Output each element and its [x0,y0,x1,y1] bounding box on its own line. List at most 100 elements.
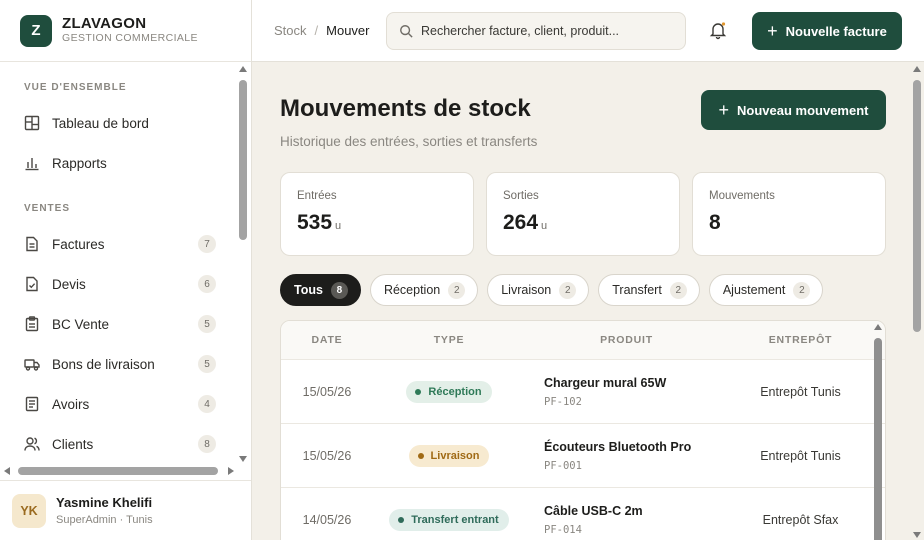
scroll-down-arrow-icon[interactable] [913,532,921,538]
sidebar-item-clients[interactable]: Clients 8 [0,424,236,462]
scrollbar-thumb[interactable] [913,80,921,332]
scrollbar-thumb[interactable] [874,338,882,540]
user-name: Yasmine Khelifi [56,495,153,510]
new-movement-label: Nouveau mouvement [737,102,869,118]
filter-chips: Tous 8 Réception 2 Livraison 2 Transfert 2 A… [280,274,832,306]
chip-label: Tous [294,283,323,297]
chip-count: 2 [559,281,577,299]
chip-count: 2 [669,281,687,299]
clipboard-icon [25,316,39,332]
filter-chip-reception[interactable]: Réception 2 [369,274,479,306]
filter-chip-transfer[interactable]: Transfert 2 [598,274,700,306]
nav-section-sales: VENTES [24,203,71,214]
chip-label: Ajustement [722,283,786,297]
breadcrumb: Stock / Mouver [274,23,370,38]
receipt-icon [25,396,39,412]
product-sku: PF-102 [544,395,582,408]
dashboard-icon [24,115,40,131]
scroll-down-arrow-icon[interactable] [239,456,247,462]
cell-type: Réception [373,380,525,403]
breadcrumb-separator: / [314,23,319,38]
user-profile[interactable]: YK Yasmine Khelifi SuperAdmin · Tunis [0,480,251,540]
column-header-type[interactable]: TYPE [373,334,525,346]
scrollbar-thumb[interactable] [18,467,218,475]
sidebar-nav: VUE D'ENSEMBLE Tableau de bord Rapports … [0,62,236,462]
product-name: Chargeur mural 65W [544,375,667,390]
product-name: Écouteurs Bluetooth Pro [544,439,692,454]
sidebar-item-invoices[interactable]: Factures 7 [0,224,236,264]
brand-name: ZLAVAGON [62,15,147,32]
cell-warehouse: Entrepôt Tunis [760,384,841,399]
column-header-product[interactable]: PRODUIT [525,334,728,346]
sidebar-item-delivery-notes[interactable]: Bons de livraison 5 [0,344,236,384]
sidebar-item-label: Bons de livraison [52,356,155,372]
stat-card-movements: Mouvements 8 [692,172,886,256]
filter-chip-all[interactable]: Tous 8 [280,274,361,306]
stat-label: Sorties [503,190,539,202]
sidebar-item-credit-notes[interactable]: Avoirs 4 [0,384,236,424]
table-row[interactable]: 15/05/26 Réception Chargeur mural 65W PF-10… [281,360,885,424]
scroll-left-arrow-icon[interactable] [4,467,10,475]
column-header-date[interactable]: DATE [281,334,373,346]
search-icon [400,25,413,38]
chip-label: Transfert [612,283,662,297]
page-subtitle: Historique des entrées, sorties et trans… [280,134,538,149]
table-row[interactable]: 15/05/26 Livraison Écouteurs Bluetooth Pro… [281,424,885,488]
sidebar-item-label: Tableau de bord [52,115,149,131]
type-label: Réception [428,385,482,398]
sidebar-item-count: 7 [198,235,216,253]
scrollbar-thumb[interactable] [239,80,247,240]
sidebar-item-count: 5 [198,355,216,373]
sidebar-item-count: 6 [198,275,216,293]
table-vertical-scrollbar[interactable] [873,324,883,540]
new-invoice-button[interactable]: + Nouvelle facture [752,12,902,50]
stat-unit: u [541,220,548,232]
cell-product: Écouteurs Bluetooth Pro PF-001 [525,440,728,472]
user-role: SuperAdmin · Tunis [56,514,153,526]
type-badge: Livraison [408,444,490,467]
filter-chip-delivery[interactable]: Livraison 2 [487,274,590,306]
scroll-up-arrow-icon[interactable] [913,66,921,72]
sidebar-item-count: 5 [198,315,216,333]
bar-chart-icon [25,158,39,171]
bell-icon[interactable] [708,20,728,40]
sidebar-item-sales-orders[interactable]: BC Vente 5 [0,304,236,344]
sidebar-item-reports[interactable]: Rapports [0,143,236,183]
plus-icon: + [767,21,778,41]
status-dot-icon [417,452,424,459]
new-movement-button[interactable]: + Nouveau mouvement [701,90,886,130]
filter-chip-adjustment[interactable]: Ajustement 2 [708,274,824,306]
breadcrumb-stock[interactable]: Stock [274,23,307,38]
product-sku: PF-001 [544,459,582,472]
table-header: DATE TYPE PRODUIT ENTREPÔT [281,321,885,360]
users-icon [24,437,40,451]
sidebar-vertical-scrollbar[interactable] [238,66,248,462]
table-row[interactable]: 14/05/26 Transfert entrant Câble USB-C 2m P… [281,488,885,540]
scroll-up-arrow-icon[interactable] [239,66,247,72]
cell-product: Câble USB-C 2m PF-014 [525,504,728,536]
sidebar-item-dashboard[interactable]: Tableau de bord [0,103,236,143]
sidebar: Z ZLAVAGON GESTION COMMERCIALE VUE D'ENS… [0,0,252,540]
brand[interactable]: Z ZLAVAGON GESTION COMMERCIALE [0,0,251,62]
plus-icon: + [718,100,730,120]
type-label: Livraison [430,449,480,462]
search-input[interactable] [421,24,671,38]
page-vertical-scrollbar[interactable] [912,66,922,540]
avatar: YK [12,493,46,528]
document-icon [26,236,38,252]
sidebar-item-quotes[interactable]: Devis 6 [0,264,236,304]
status-dot-icon [415,388,422,395]
truck-icon [24,359,40,371]
stat-value: 264 [503,211,539,234]
cell-date: 15/05/26 [302,448,352,463]
breadcrumb-current: Mouver [326,23,370,38]
column-header-warehouse[interactable]: ENTREPÔT [728,334,873,346]
search-box[interactable] [386,12,686,50]
stat-value: 8 [709,211,721,234]
scroll-up-arrow-icon[interactable] [874,324,882,330]
brand-subtitle: GESTION COMMERCIALE [62,32,198,44]
topbar: Stock / Mouver + Nouvelle facture [252,0,924,62]
scroll-right-arrow-icon[interactable] [228,467,234,475]
sidebar-horizontal-scrollbar[interactable] [4,466,234,476]
cell-warehouse: Entrepôt Tunis [760,448,841,463]
